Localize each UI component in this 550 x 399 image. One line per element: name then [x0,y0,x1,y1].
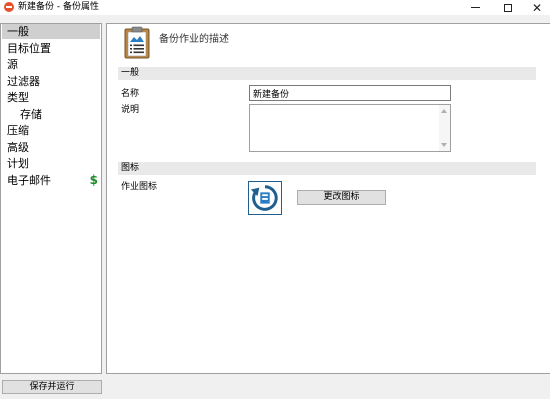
description-scrollbar[interactable] [439,105,450,151]
sidebar-item-label: 压缩 [7,124,29,137]
scroll-up-icon[interactable] [441,109,447,113]
section-header-icon: 图标 [118,162,536,175]
sidebar-item-destination[interactable]: 目标位置 [2,41,100,56]
app-logo-icon [4,2,14,12]
minimize-button[interactable] [464,0,486,15]
sidebar-item-compression[interactable]: 压缩 [2,123,100,138]
sidebar-item-label: 计划 [7,157,29,170]
sidebar-item-source[interactable]: 源 [2,57,100,72]
name-label: 名称 [121,89,140,99]
sidebar-item-email[interactable]: 电子邮件 $ [2,173,100,188]
dollar-icon: $ [89,172,98,187]
scroll-down-icon[interactable] [441,143,447,147]
description-label: 说明 [121,105,140,115]
minimize-icon [470,7,480,8]
sidebar-item-label: 存储 [20,107,42,121]
save-and-run-button[interactable]: 保存并运行 [2,380,102,394]
window-title: 新建备份 - 备份属性 [18,2,99,12]
sidebar-item-label: 目标位置 [7,41,51,55]
sidebar-item-label: 高级 [7,140,29,154]
sidebar-item-label: 源 [7,58,18,71]
close-button[interactable]: ✕ [526,0,548,15]
sidebar-item-type[interactable]: 类型 [2,90,100,105]
maximize-button[interactable] [497,0,519,15]
sidebar-item-advanced[interactable]: 高级 [2,140,100,155]
sidebar-item-schedule[interactable]: 计划 [2,156,100,171]
backup-restore-icon [250,185,278,211]
page-title: 备份作业的描述 [159,34,229,45]
sidebar-item-label: 一般 [7,25,29,38]
sidebar-item-label: 过滤器 [7,74,40,88]
job-icon-preview [248,181,282,215]
name-field[interactable] [249,85,451,101]
maximize-icon [504,3,512,12]
title-bar: 新建备份 - 备份属性 ✕ [0,0,550,15]
description-textarea[interactable] [249,104,451,152]
sidebar-item-label: 类型 [7,91,29,104]
sidebar-item-label: 电子邮件 [7,173,51,187]
sidebar-item-storage[interactable]: 存储 [2,107,100,122]
clipboard-icon [124,26,150,59]
sidebar: 一般 目标位置 源 过滤器 类型 存储 压缩 高级 计划 电子邮件 $ [0,23,102,374]
sidebar-item-general[interactable]: 一般 [2,24,100,39]
close-icon: ✕ [531,0,543,15]
section-header-general: 一般 [118,67,536,80]
main-panel: 备份作业的描述 一般 名称 说明 图标 作业图标 更改图标 [106,23,550,374]
change-icon-button[interactable]: 更改图标 [297,190,386,205]
sidebar-item-filters[interactable]: 过滤器 [2,74,100,89]
job-icon-label: 作业图标 [121,182,158,192]
